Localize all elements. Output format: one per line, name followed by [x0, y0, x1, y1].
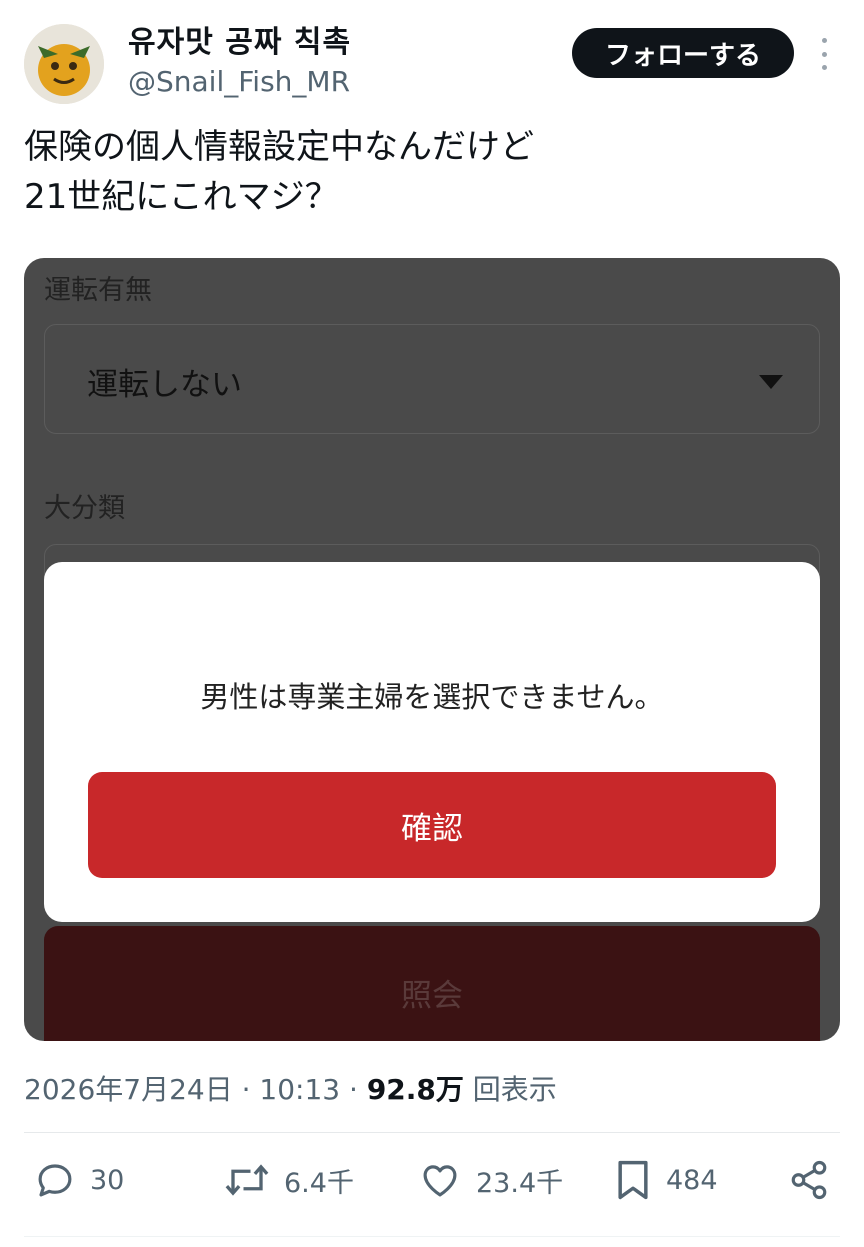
action-bar: 30 6.4千 23.4千 484	[0, 1150, 864, 1210]
separator: ·	[340, 1073, 367, 1106]
user-handle[interactable]: @Snail_Fish_MR	[128, 64, 351, 100]
like-button[interactable]: 23.4千	[418, 1150, 563, 1210]
divider	[24, 1132, 840, 1133]
label-category: 大分類	[44, 493, 125, 524]
citrus-face-avatar-icon	[24, 24, 104, 104]
select-value: 運転しない	[87, 367, 242, 403]
dialog-message: 男性は専業主婦を選択できません。	[200, 680, 664, 714]
display-name[interactable]: 유자맛 공짜 칙촉	[128, 24, 351, 62]
tweet-text: 保険の個人情報設定中なんだけど 21世紀にこれマジ？	[24, 122, 824, 222]
tweet-header: 유자맛 공짜 칙촉 @Snail_Fish_MR フォローする	[24, 20, 840, 104]
submit-button-dimmed: 照会	[44, 926, 820, 1041]
retweet-button[interactable]: 6.4千	[224, 1150, 354, 1210]
dropdown-caret-icon	[759, 375, 783, 389]
tweet-line: 保険の個人情報設定中なんだけど	[24, 127, 534, 167]
attached-image[interactable]: 運転有無 運転しない 大分類 照会 男性は専業主婦を選択できません。 確認	[24, 258, 840, 1041]
avatar[interactable]	[24, 24, 104, 104]
follow-button[interactable]: フォローする	[572, 28, 794, 78]
alert-dialog: 男性は専業主婦を選択できません。 確認	[44, 562, 820, 922]
post-date[interactable]: 2026年7月24日	[24, 1073, 233, 1106]
heart-icon	[423, 1165, 457, 1197]
label-driving: 運転有無	[44, 275, 152, 306]
retweet-icon	[225, 1164, 269, 1196]
reply-count: 30	[90, 1164, 125, 1196]
confirm-button: 確認	[88, 772, 776, 878]
author-names: 유자맛 공짜 칙촉 @Snail_Fish_MR	[128, 24, 351, 100]
retweet-count: 6.4千	[284, 1167, 354, 1199]
bookmark-icon	[618, 1160, 648, 1200]
separator: ·	[232, 1073, 260, 1106]
views-label: 回表示	[463, 1073, 557, 1106]
tweet-line: 21世紀にこれマジ？	[24, 177, 339, 217]
share-button[interactable]	[788, 1150, 830, 1210]
divider	[24, 1236, 840, 1237]
post-time[interactable]: 10:13	[259, 1073, 340, 1106]
bookmark-count: 484	[666, 1164, 718, 1196]
share-icon	[791, 1160, 827, 1200]
reply-button[interactable]: 30	[34, 1150, 124, 1210]
views-count: 92.8万	[366, 1073, 464, 1106]
tweet-meta: 2026年7月24日 · 10:13 · 92.8万 回表示	[24, 1068, 557, 1108]
reply-icon	[38, 1164, 72, 1197]
like-count: 23.4千	[476, 1167, 564, 1199]
bookmark-button[interactable]: 484	[614, 1150, 718, 1210]
driving-select: 運転しない	[44, 324, 820, 434]
more-vertical-icon[interactable]	[814, 38, 834, 70]
